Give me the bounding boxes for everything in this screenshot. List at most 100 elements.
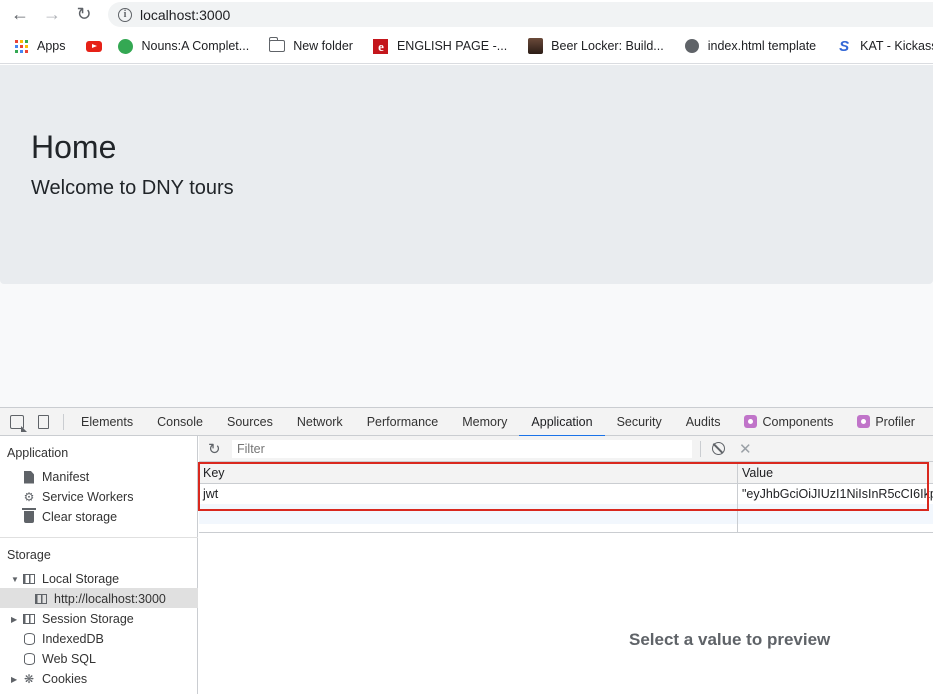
refresh-icon[interactable]: ↻ bbox=[208, 440, 222, 458]
bookmark-beer-locker[interactable]: Beer Locker: Build... bbox=[527, 38, 664, 54]
bookmark-youtube[interactable] bbox=[85, 38, 102, 54]
bookmark-label: KAT - Kickass bbox=[860, 39, 933, 53]
document-icon bbox=[23, 470, 35, 484]
column-divider bbox=[737, 462, 738, 533]
table-cell-key[interactable]: jwt bbox=[199, 484, 737, 504]
sidebar-item-session-storage[interactable]: Session Storage bbox=[23, 612, 134, 626]
bookmark-label: index.html template bbox=[707, 39, 817, 53]
tab-profiler[interactable]: Profiler bbox=[845, 408, 927, 436]
grid-icon bbox=[23, 613, 35, 626]
react-icon bbox=[744, 415, 758, 428]
sidebar-item-websql[interactable]: Web SQL bbox=[23, 652, 96, 666]
expand-triangle-right-icon[interactable]: ▶ bbox=[11, 675, 17, 684]
bookmark-label: ENGLISH PAGE -... bbox=[396, 39, 508, 53]
trash-icon bbox=[22, 508, 36, 524]
tab-security[interactable]: Security bbox=[605, 408, 674, 436]
empty-table-row bbox=[199, 504, 933, 524]
devtools-tab-bar: Elements Console Sources Network Perform… bbox=[0, 407, 933, 437]
url-text[interactable]: localhost:3000 bbox=[140, 7, 230, 23]
sidebar-item-label: Web SQL bbox=[42, 652, 96, 666]
sidebar-item-label: Clear storage bbox=[42, 510, 118, 524]
sidebar-header-application: Application bbox=[7, 446, 69, 460]
sidebar-item-local-storage[interactable]: Local Storage bbox=[23, 572, 119, 586]
expand-triangle-down-icon[interactable]: ▼ bbox=[11, 575, 19, 584]
local-storage-view: ↻ ✕ Key Value jwt "eyJhbGciOiJIUzI1NiIsI… bbox=[198, 436, 933, 694]
page-title: Home bbox=[31, 129, 117, 165]
preview-placeholder-text: Select a value to preview bbox=[629, 630, 831, 649]
page-subtitle: Welcome to DNY tours bbox=[31, 177, 234, 199]
clear-all-icon[interactable] bbox=[712, 442, 725, 455]
tab-console[interactable]: Console bbox=[145, 408, 215, 436]
divider bbox=[0, 537, 198, 538]
cookie-icon: ❋ bbox=[23, 672, 35, 686]
jumbotron: Home Welcome to DNY tours bbox=[0, 65, 933, 284]
address-bar[interactable]: i localhost:3000 bbox=[108, 2, 933, 27]
sidebar-item-service-workers[interactable]: ⚙ Service Workers bbox=[23, 490, 134, 504]
sidebar-item-cookies[interactable]: ❋ Cookies bbox=[23, 672, 87, 686]
sidebar-item-label: http://localhost:3000 bbox=[54, 592, 166, 606]
tab-audits[interactable]: Audits bbox=[674, 408, 733, 436]
tab-application[interactable]: Application bbox=[519, 407, 605, 437]
sidebar-item-localhost-origin[interactable]: http://localhost:3000 bbox=[35, 592, 166, 606]
sidebar-item-label: Local Storage bbox=[42, 572, 120, 586]
sidebar-item-indexeddb[interactable]: IndexedDB bbox=[23, 632, 104, 646]
storage-table: Key Value jwt "eyJhbGciOiJIUzI1NiIsInR5c… bbox=[198, 462, 933, 533]
tab-label: Profiler bbox=[875, 414, 915, 429]
youtube-icon bbox=[85, 38, 102, 54]
s-icon: S bbox=[839, 37, 850, 55]
bookmark-new-folder[interactable]: New folder bbox=[268, 37, 353, 54]
device-toolbar-icon[interactable] bbox=[38, 414, 49, 429]
sidebar-item-label: Session Storage bbox=[42, 612, 134, 626]
expand-triangle-right-icon[interactable]: ▶ bbox=[11, 615, 17, 624]
tab-network[interactable]: Network bbox=[285, 408, 355, 436]
table-cell-value[interactable]: "eyJhbGciOiJIUzI1NiIsInR5cCI6IkpXVCJ9 bbox=[738, 484, 933, 504]
bookmark-kat[interactable]: S KAT - Kickass bbox=[836, 37, 933, 55]
bookmarks-bar: Apps Nouns:A Complet... New folder e ENG… bbox=[0, 29, 933, 64]
sidebar-item-clear-storage[interactable]: Clear storage bbox=[22, 508, 118, 524]
sidebar-item-label: IndexedDB bbox=[42, 632, 104, 646]
site-info-icon[interactable]: i bbox=[118, 7, 132, 22]
database-icon bbox=[23, 633, 35, 646]
tab-components[interactable]: Components bbox=[732, 408, 845, 436]
gear-icon: ⚙ bbox=[23, 490, 35, 504]
bookmark-label: Beer Locker: Build... bbox=[551, 39, 664, 53]
folder-icon bbox=[268, 37, 286, 54]
bookmark-label: Nouns:A Complet... bbox=[141, 39, 250, 53]
divider bbox=[700, 440, 701, 457]
sidebar-item-label: Manifest bbox=[42, 470, 90, 484]
sidebar-header-storage: Storage bbox=[7, 548, 51, 562]
tab-elements[interactable]: Elements bbox=[69, 408, 145, 436]
bookmark-nouns[interactable]: Nouns:A Complet... bbox=[118, 38, 250, 54]
divider bbox=[63, 413, 64, 430]
beer-icon bbox=[527, 38, 543, 54]
globe-icon bbox=[684, 38, 700, 54]
page-content: Home Welcome to DNY tours bbox=[0, 65, 933, 407]
back-arrow-icon[interactable]: ← bbox=[9, 4, 31, 26]
tab-sources[interactable]: Sources bbox=[215, 408, 285, 436]
grid-icon bbox=[23, 573, 35, 586]
bookmark-label: New folder bbox=[293, 39, 353, 53]
grid-icon bbox=[35, 593, 47, 606]
column-header-key[interactable]: Key bbox=[199, 462, 737, 484]
sidebar-item-label: Service Workers bbox=[42, 490, 134, 504]
forward-arrow-icon[interactable]: → bbox=[41, 4, 63, 26]
inspect-element-icon[interactable] bbox=[10, 414, 27, 432]
green-dot-icon bbox=[118, 38, 134, 54]
tab-performance[interactable]: Performance bbox=[355, 408, 451, 436]
delete-selected-icon[interactable]: ✕ bbox=[739, 440, 752, 458]
storage-toolbar: ↻ ✕ bbox=[199, 436, 933, 462]
bookmark-index-template[interactable]: index.html template bbox=[684, 38, 816, 54]
bookmark-english-page[interactable]: e ENGLISH PAGE -... bbox=[373, 38, 507, 54]
bookmark-apps[interactable]: Apps bbox=[13, 38, 66, 54]
sidebar-item-label: Cookies bbox=[42, 672, 88, 686]
reload-icon[interactable]: ↻ bbox=[73, 4, 95, 26]
browser-toolbar: ← → ↻ i localhost:3000 bbox=[0, 0, 933, 29]
sidebar-item-manifest[interactable]: Manifest bbox=[23, 470, 89, 484]
filter-input[interactable] bbox=[232, 439, 692, 458]
bookmark-label: Apps bbox=[37, 39, 66, 53]
column-header-value[interactable]: Value bbox=[738, 462, 933, 484]
react-icon bbox=[857, 415, 871, 428]
apps-grid-icon bbox=[13, 38, 29, 54]
tab-label: Components bbox=[762, 414, 834, 429]
tab-memory[interactable]: Memory bbox=[450, 408, 519, 436]
